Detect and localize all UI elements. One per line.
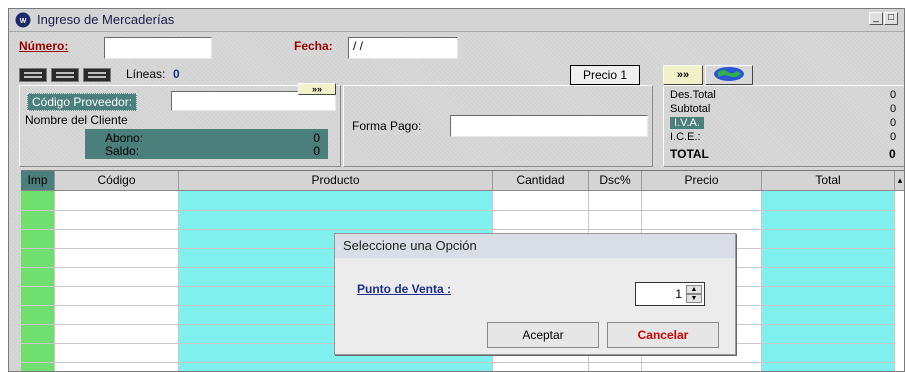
grid-header: Imp Código Producto Cantidad Dsc% Precio… bbox=[21, 171, 904, 191]
dialog-title: Seleccione una Opción bbox=[335, 234, 735, 258]
codigo-column bbox=[55, 191, 179, 371]
aceptar-label: Aceptar bbox=[522, 328, 564, 342]
subtotal-value: 0 bbox=[890, 103, 897, 115]
next-button[interactable]: »» bbox=[663, 65, 703, 85]
saldo-value: 0 bbox=[313, 144, 320, 158]
scroll-up-arrow-icon[interactable]: ▴ bbox=[895, 171, 904, 190]
des-total-label: Des.Total bbox=[670, 89, 716, 101]
cancelar-button[interactable]: Cancelar bbox=[607, 322, 719, 348]
col-header-total[interactable]: Total bbox=[762, 171, 895, 190]
grid-row-line bbox=[21, 229, 895, 230]
punto-venta-value: 1 bbox=[675, 287, 682, 301]
total-column bbox=[762, 191, 895, 371]
line-insert-button[interactable] bbox=[51, 68, 79, 82]
forma-pago-input[interactable] bbox=[450, 115, 648, 137]
window-title: Ingreso de Mercaderías bbox=[37, 12, 175, 27]
col-header-producto[interactable]: Producto bbox=[179, 171, 493, 190]
forma-pago-label: Forma Pago: bbox=[352, 119, 422, 133]
spin-down-icon[interactable]: ▼ bbox=[686, 294, 702, 303]
col-header-imp[interactable]: Imp bbox=[21, 171, 55, 190]
ice-value: 0 bbox=[890, 131, 897, 143]
col-header-codigo[interactable]: Código bbox=[55, 171, 179, 190]
numero-label: Número: bbox=[19, 39, 69, 53]
line-delete-button[interactable] bbox=[83, 68, 111, 82]
fecha-input[interactable]: / / bbox=[348, 37, 458, 59]
main-window: W Ingreso de Mercaderías _ □ Número: Fec… bbox=[8, 8, 905, 372]
saldo-label: Saldo: bbox=[105, 144, 140, 158]
fecha-label: Fecha: bbox=[294, 39, 333, 53]
title-bar: W Ingreso de Mercaderías _ □ bbox=[9, 9, 904, 32]
punto-venta-spinner[interactable]: 1 ▲ ▼ bbox=[635, 282, 705, 306]
des-total-value: 0 bbox=[890, 89, 897, 101]
spin-up-icon[interactable]: ▲ bbox=[686, 285, 702, 294]
globe-button[interactable] bbox=[705, 65, 753, 85]
imp-column bbox=[21, 191, 55, 371]
abono-label: Abono: bbox=[105, 131, 144, 145]
proveedor-search-button[interactable]: »» bbox=[298, 83, 336, 95]
lineas-count: 0 bbox=[173, 67, 180, 81]
grid-row-line bbox=[21, 362, 895, 363]
app-logo-icon: W bbox=[15, 12, 31, 28]
abono-value: 0 bbox=[313, 131, 320, 145]
col-header-dsc[interactable]: Dsc% bbox=[589, 171, 642, 190]
col-header-cantidad[interactable]: Cantidad bbox=[493, 171, 589, 190]
total-value: 0 bbox=[889, 147, 896, 161]
col-header-precio[interactable]: Precio bbox=[642, 171, 762, 190]
ice-label: I.C.E.: bbox=[670, 131, 701, 143]
nombre-cliente-label: Nombre del Cliente bbox=[25, 113, 128, 127]
grid-row-line bbox=[21, 210, 895, 211]
codigo-proveedor-label: Código Proveedor: bbox=[27, 93, 138, 111]
minimize-button[interactable]: _ bbox=[869, 12, 883, 25]
numero-input[interactable] bbox=[104, 37, 212, 59]
iva-label: I.V.A. bbox=[670, 117, 704, 129]
globe-icon bbox=[714, 67, 744, 81]
total-label: TOTAL bbox=[670, 147, 709, 161]
aceptar-button[interactable]: Aceptar bbox=[487, 322, 599, 348]
subtotal-label: Subtotal bbox=[670, 103, 711, 115]
lineas-label: Líneas: bbox=[126, 67, 166, 81]
select-option-dialog: Seleccione una Opción Punto de Venta : 1… bbox=[334, 233, 736, 355]
line-add-button[interactable] bbox=[19, 68, 47, 82]
punto-venta-label: Punto de Venta : bbox=[357, 282, 452, 296]
cancelar-label: Cancelar bbox=[637, 328, 689, 342]
precio-button[interactable]: Precio 1 bbox=[570, 65, 640, 85]
maximize-button[interactable]: □ bbox=[884, 12, 898, 25]
svg-text:W: W bbox=[20, 18, 27, 25]
iva-value: 0 bbox=[890, 117, 897, 129]
saldo-box: Abono: 0 Saldo: 0 bbox=[85, 129, 328, 159]
